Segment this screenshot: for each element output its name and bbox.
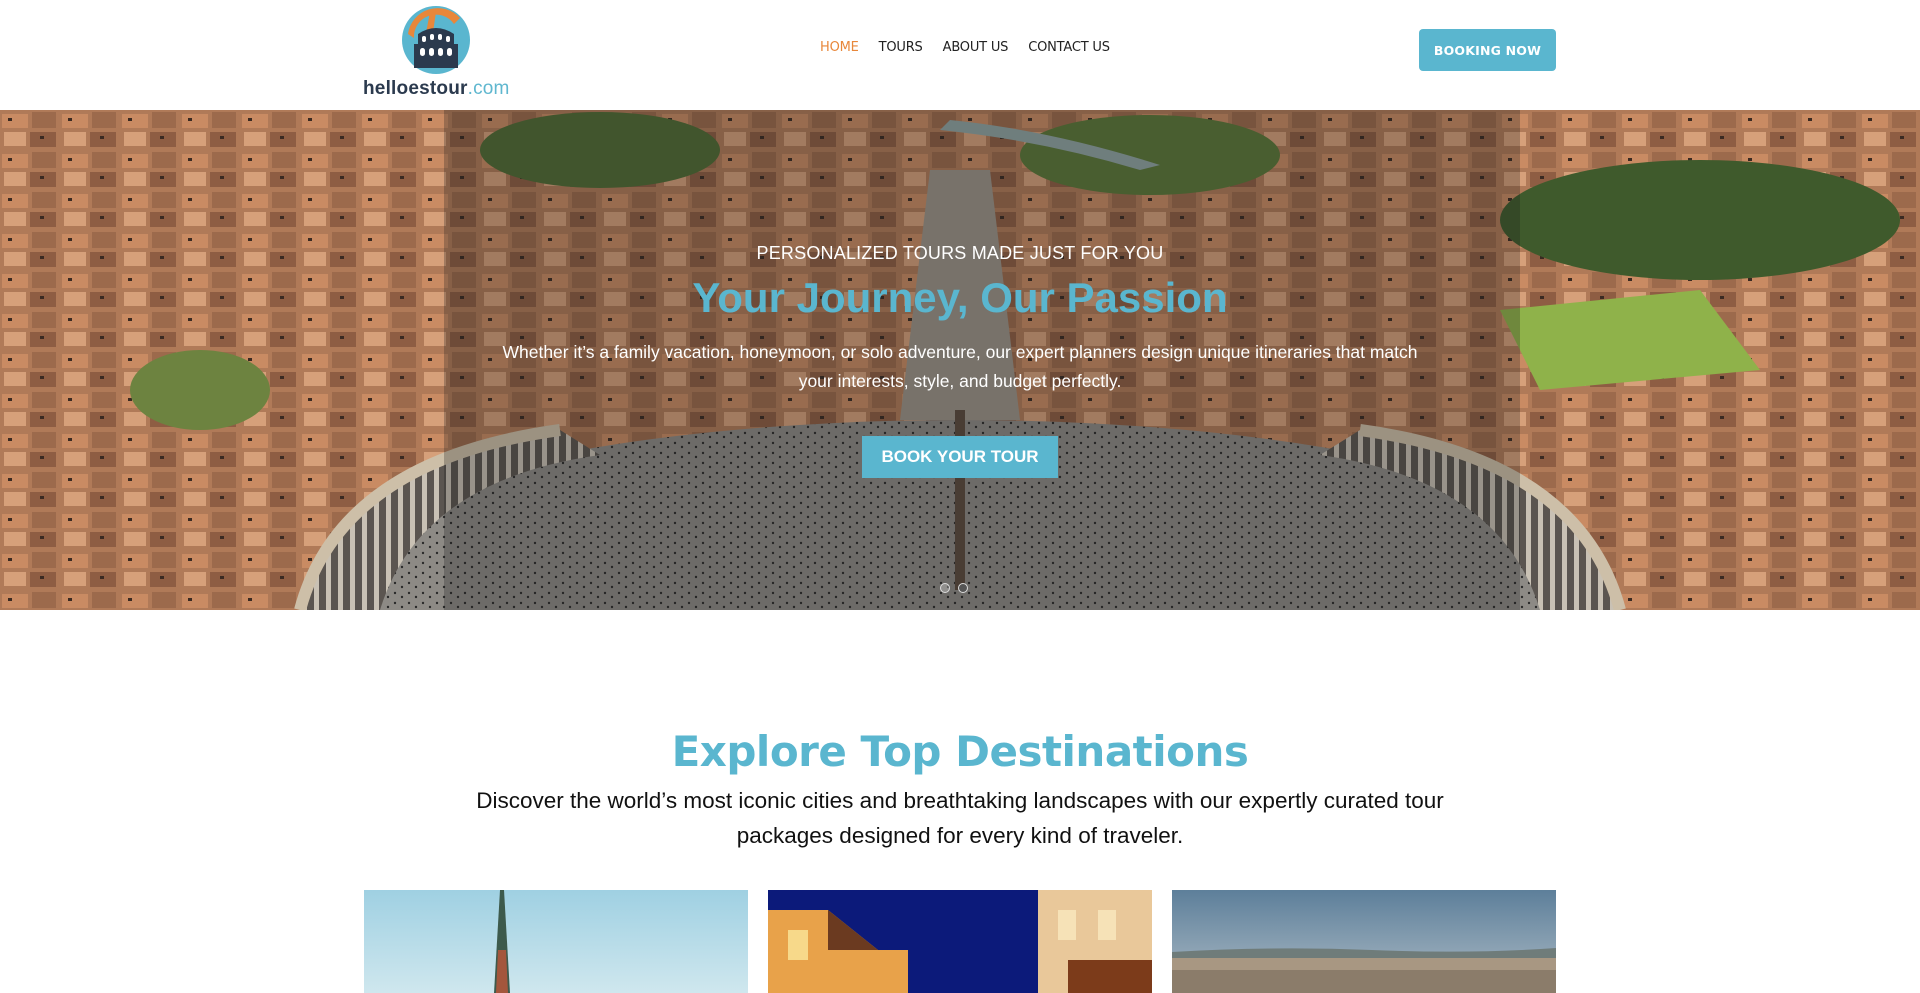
nav-tours[interactable]: TOURS (879, 40, 923, 55)
explore-section-description: Discover the world’s most iconic cities … (476, 787, 1444, 848)
destination-card[interactable] (364, 890, 748, 993)
explore-section-title: Explore Top Destinations (671, 726, 1249, 776)
destination-image-city-panorama (1172, 890, 1556, 993)
logo-wordmark: helloestour.com (363, 78, 510, 100)
site-logo[interactable]: helloestour.com (363, 4, 511, 100)
logo-suffix: .com (467, 78, 510, 99)
main-nav: HOME TOURS ABOUT US CONTACT US (820, 40, 1110, 55)
nav-contact-us[interactable]: CONTACT US (1028, 40, 1110, 55)
slider-dot[interactable] (940, 583, 950, 593)
site-header: helloestour.com HOME TOURS ABOUT US CONT… (0, 0, 1920, 110)
hero-slider: PERSONALIZED TOURS MADE JUST FOR YOU You… (0, 110, 1920, 610)
nav-about-us[interactable]: ABOUT US (943, 40, 1009, 55)
destination-image-spire (364, 890, 748, 993)
colosseum-logo-icon (402, 6, 470, 74)
slider-pagination (940, 583, 968, 593)
destination-card[interactable] (1172, 890, 1556, 993)
hero-title: Your Journey, Our Passion (692, 274, 1228, 321)
nav-home[interactable]: HOME (820, 40, 859, 55)
logo-name: helloestour (363, 78, 468, 99)
hero-description: Whether it’s a family vacation, honeymoo… (502, 342, 1418, 391)
book-your-tour-button[interactable]: BOOK YOUR TOUR (862, 436, 1058, 478)
slider-dot-active[interactable] (958, 583, 968, 593)
destination-image-night-street (768, 890, 1152, 993)
destination-card[interactable] (768, 890, 1152, 993)
booking-now-button[interactable]: BOOKING NOW (1419, 29, 1556, 71)
hero-eyebrow: PERSONALIZED TOURS MADE JUST FOR YOU (756, 243, 1164, 263)
